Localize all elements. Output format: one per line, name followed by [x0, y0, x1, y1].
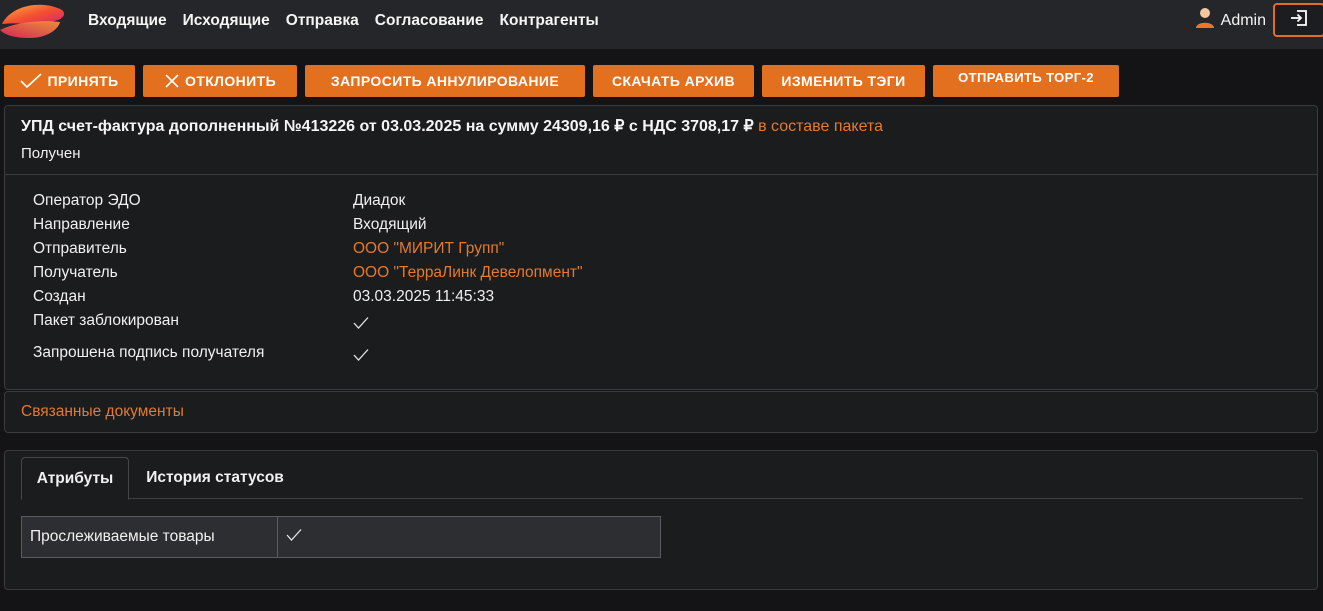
prop-value: Диадок	[353, 192, 406, 209]
document-status: Получен	[21, 145, 81, 162]
document-header: УПД счет-фактура дополненный №413226 от …	[5, 106, 1317, 175]
package-link[interactable]: в составе пакета	[758, 118, 883, 135]
nav-approval[interactable]: Согласование	[375, 12, 484, 30]
logout-button[interactable]	[1273, 3, 1323, 37]
prop-label: Получатель	[33, 264, 118, 281]
nav-counterparties[interactable]: Контрагенты	[500, 12, 599, 30]
attributes-table: Прослеживаемые товары	[21, 516, 661, 558]
attribute-value	[278, 517, 660, 557]
related-documents-card: Связанные документы	[4, 391, 1318, 433]
prop-label: Отправитель	[33, 240, 127, 257]
tab-bar: Атрибуты История статусов	[21, 457, 1303, 500]
prop-value: Входящий	[353, 216, 427, 233]
accept-button-label: ПРИНЯТЬ	[47, 73, 119, 89]
prop-label: Запрошена подпись получателя	[33, 344, 265, 361]
document-title: УПД счет-фактура дополненный №413226 от …	[21, 118, 754, 135]
nav-sending[interactable]: Отправка	[286, 12, 359, 30]
related-documents-link[interactable]: Связанные документы	[21, 403, 184, 421]
reject-button[interactable]: ОТКЛОНИТЬ	[143, 65, 297, 97]
nav-outgoing[interactable]: Исходящие	[183, 12, 270, 30]
attribute-label: Прослеживаемые товары	[22, 517, 278, 557]
logout-icon	[1289, 8, 1309, 33]
check-icon	[20, 73, 43, 89]
prop-label: Пакет заблокирован	[33, 312, 179, 329]
download-archive-button[interactable]: СКАЧАТЬ АРХИВ	[593, 65, 754, 97]
document-card: УПД счет-фактура дополненный №413226 от …	[4, 105, 1318, 390]
send-torg2-button[interactable]: ОТПРАВИТЬ ТОРГ-2	[933, 65, 1119, 97]
check-icon	[353, 348, 369, 367]
tabs-card: Атрибуты История статусов Прослеживаемые…	[4, 450, 1318, 590]
user-icon	[1195, 7, 1215, 34]
main-nav: Входящие Исходящие Отправка Согласование…	[88, 0, 599, 41]
prop-label: Направление	[33, 216, 130, 233]
action-toolbar: ПРИНЯТЬ ОТКЛОНИТЬ ЗАПРОСИТЬ АННУЛИРОВАНИ…	[4, 65, 1119, 97]
logo[interactable]	[0, 0, 68, 44]
nav-incoming[interactable]: Входящие	[88, 12, 167, 30]
edit-tags-button[interactable]: ИЗМЕНИТЬ ТЭГИ	[762, 65, 925, 97]
recipient-link[interactable]: ООО "ТерраЛинк Девелопмент"	[353, 264, 583, 282]
accept-button[interactable]: ПРИНЯТЬ	[4, 65, 135, 97]
sender-link[interactable]: ООО "МИРИТ Групп"	[353, 240, 504, 258]
user-name: Admin	[1220, 11, 1266, 29]
reject-button-label: ОТКЛОНИТЬ	[184, 73, 277, 89]
top-navbar: Входящие Исходящие Отправка Согласование…	[0, 0, 1323, 49]
close-icon	[164, 73, 180, 89]
check-icon	[353, 316, 369, 335]
tab-attributes[interactable]: Атрибуты	[21, 457, 129, 500]
user-menu[interactable]: Admin	[1195, 0, 1266, 41]
prop-label: Создан	[33, 288, 86, 305]
prop-label: Оператор ЭДО	[33, 192, 141, 209]
request-annul-button[interactable]: ЗАПРОСИТЬ АННУЛИРОВАНИЕ	[305, 65, 585, 97]
check-icon	[286, 528, 302, 547]
prop-value: 03.03.2025 11:45:33	[353, 288, 495, 305]
tab-status-history[interactable]: История статусов	[145, 457, 285, 499]
